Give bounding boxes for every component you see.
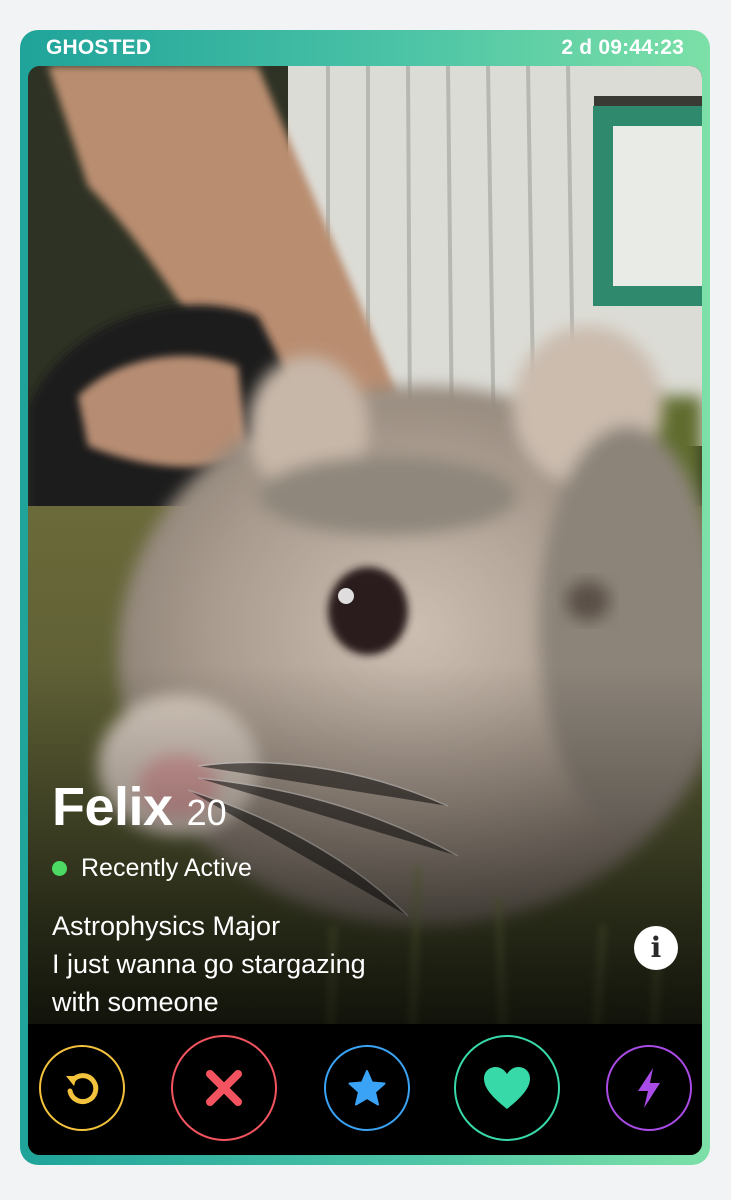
lightning-icon	[638, 1068, 660, 1108]
bio-line: I just wanna go stargazing	[52, 949, 366, 979]
profile-age: 20	[186, 792, 227, 833]
profile-bio: Astrophysics Major I just wanna go starg…	[52, 907, 612, 1021]
profile-card[interactable]: Felix 20 Recently Active Astrophysics Ma…	[28, 66, 702, 1155]
rewind-icon	[66, 1073, 99, 1105]
profile-name: Felix	[52, 777, 173, 837]
bio-line: with someone	[52, 987, 219, 1017]
super-like-button[interactable]	[324, 1045, 410, 1131]
ghosted-label: GHOSTED	[46, 36, 152, 59]
activity-label: Recently Active	[81, 854, 252, 882]
star-icon	[348, 1070, 386, 1106]
card-status-bar: GHOSTED 2 d 09:44:23	[20, 30, 710, 66]
boost-button[interactable]	[606, 1045, 692, 1131]
profile-info: Felix 20 Recently Active Astrophysics Ma…	[52, 776, 612, 1021]
action-bar	[28, 1024, 702, 1155]
rewind-button[interactable]	[39, 1045, 125, 1131]
active-dot-icon	[52, 861, 67, 876]
countdown-timer: 2 d 09:44:23	[561, 36, 684, 59]
profile-card-frame: GHOSTED 2 d 09:44:23 Felix 20 Recently A…	[20, 30, 710, 1165]
like-button[interactable]	[454, 1035, 560, 1141]
nope-button[interactable]	[171, 1035, 277, 1141]
name-row: Felix 20	[52, 776, 612, 838]
activity-status: Recently Active	[52, 854, 612, 883]
bio-line: Astrophysics Major	[52, 911, 281, 941]
close-icon	[206, 1070, 242, 1106]
info-icon[interactable]: i	[634, 926, 678, 970]
heart-icon	[484, 1067, 530, 1109]
